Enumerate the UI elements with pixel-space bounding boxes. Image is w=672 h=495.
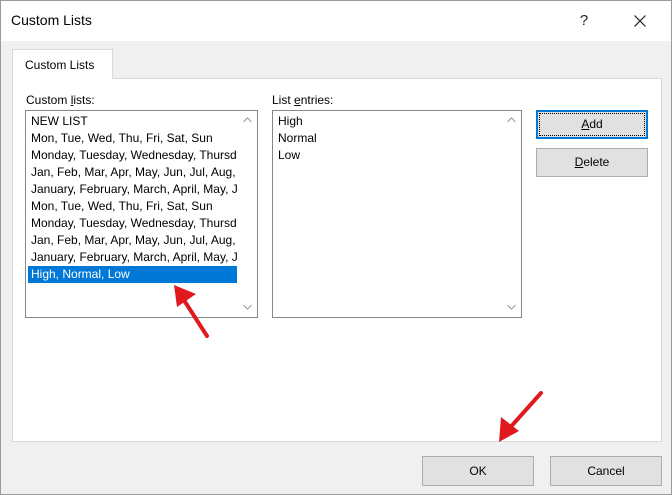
list-entries-text: High Normal Low [275,113,501,315]
custom-list-item[interactable]: High, Normal, Low [28,266,237,283]
add-button[interactable]: Add [536,110,648,139]
cancel-button[interactable]: Cancel [550,456,662,486]
custom-list-item[interactable]: January, February, March, April, May, Ju… [28,181,237,198]
custom-list-item[interactable]: Mon, Tue, Wed, Thu, Fri, Sat, Sun [28,130,237,147]
list-entries-label: List entries: [272,93,334,107]
custom-list-item[interactable]: Monday, Tuesday, Wednesday, Thursday, Fr… [28,147,237,164]
custom-lists-scrollbar[interactable] [239,112,256,316]
custom-list-item[interactable]: January, February, March, April, May, Ju… [28,249,237,266]
custom-lists-listbox[interactable]: NEW LIST Mon, Tue, Wed, Thu, Fri, Sat, Su… [25,110,258,318]
scroll-up-button[interactable] [239,112,256,129]
tab-panel: Custom lists: NEW LIST Mon, Tue, Wed, Thu… [12,78,662,442]
help-button[interactable]: ? [559,4,609,38]
scroll-down-button[interactable] [503,299,520,316]
custom-list-item[interactable]: Mon, Tue, Wed, Thu, Fri, Sat, Sun [28,198,237,215]
scroll-down-button[interactable] [239,299,256,316]
close-button[interactable] [615,4,665,38]
chevron-down-icon [507,304,516,310]
list-entries-scrollbar[interactable] [503,112,520,316]
ok-button[interactable]: OK [422,456,534,486]
close-icon [634,15,646,27]
list-entry-line: Normal [278,131,317,145]
annotation-arrow-icon [499,391,543,442]
list-entries-textbox[interactable]: High Normal Low [272,110,522,318]
title-bar: Custom Lists ? [1,1,671,41]
custom-list-item[interactable]: Jan, Feb, Mar, Apr, May, Jun, Jul, Aug, … [28,232,237,249]
annotation-arrow-icon [174,285,209,338]
custom-lists-dialog: Custom Lists ? Custom Lists Custom lists… [0,0,672,495]
chevron-up-icon [507,117,516,123]
list-entry-line: High [278,114,303,128]
scroll-up-button[interactable] [503,112,520,129]
chevron-down-icon [243,304,252,310]
list-entry-line: Low [278,148,301,162]
delete-button[interactable]: Delete [536,148,648,177]
custom-lists-label: Custom lists: [26,93,95,107]
custom-list-item[interactable]: NEW LIST [28,113,237,130]
help-icon: ? [579,12,589,29]
tab-label: Custom Lists [25,58,95,72]
dialog-title: Custom Lists [11,12,92,28]
custom-list-item[interactable]: Jan, Feb, Mar, Apr, May, Jun, Jul, Aug, … [28,164,237,181]
custom-list-item[interactable]: Monday, Tuesday, Wednesday, Thursday, Fr… [28,215,237,232]
tab-custom-lists[interactable]: Custom Lists [12,49,113,79]
chevron-up-icon [243,117,252,123]
